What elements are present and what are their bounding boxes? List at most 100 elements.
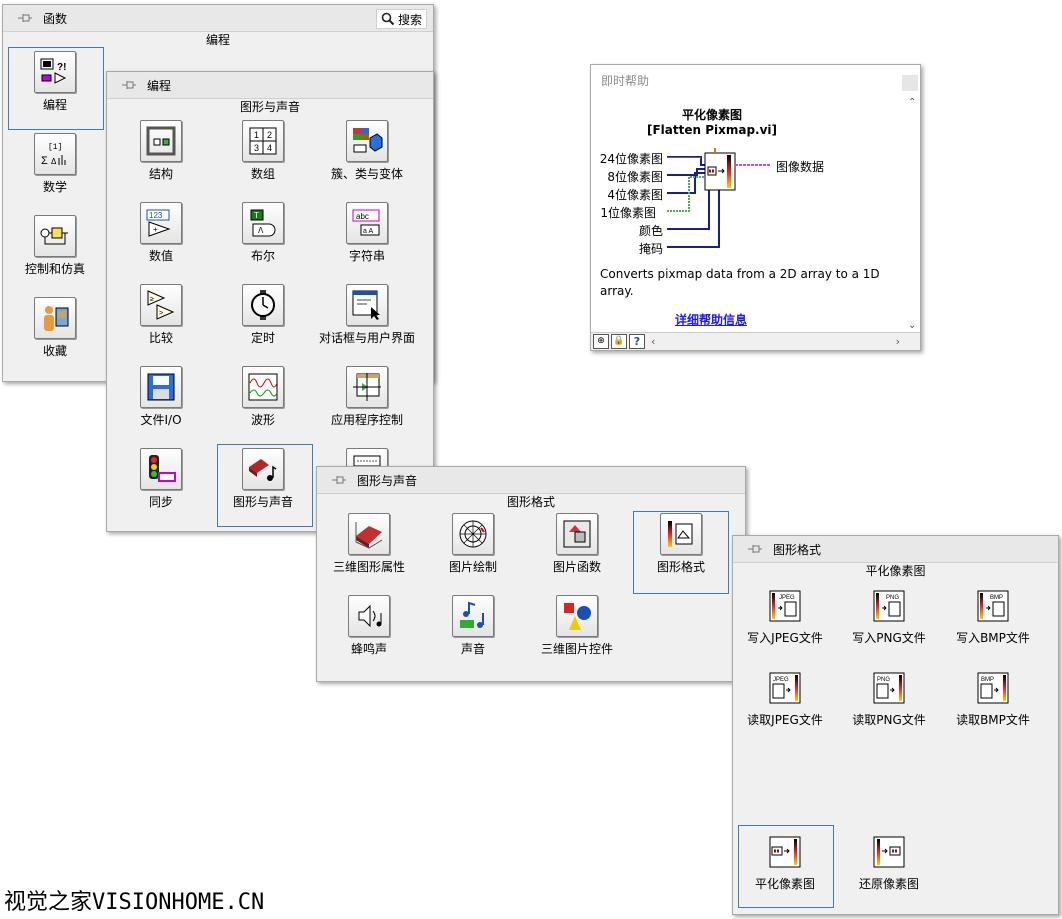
palette-item-dialog-ui[interactable]: 对话框与用户界面 xyxy=(319,284,415,346)
palette-item-read-jpeg[interactable]: JPEG 读取JPEG文件 xyxy=(737,668,833,728)
scroll-right-arrow[interactable]: › xyxy=(896,335,900,348)
palette-item-timing[interactable]: 定时 xyxy=(215,284,311,346)
palette-item-label: 文件I/O xyxy=(140,413,182,427)
palette-item-math[interactable]: [1] Σ Δ 数学 xyxy=(7,133,103,195)
functions-palette-titlebar[interactable]: 函数 xyxy=(3,5,433,32)
pin-icon[interactable] xyxy=(747,542,763,556)
graphics-sound-palette-titlebar[interactable]: 图形与声音 xyxy=(317,467,745,494)
palette-item-label: 平化像素图 xyxy=(754,877,815,891)
palette-item-numeric[interactable]: 123 + 数值 xyxy=(113,202,209,264)
palette-item-structures[interactable]: 结构 xyxy=(113,120,209,182)
palette-item-label: 图片绘制 xyxy=(448,560,497,574)
waveform-icon xyxy=(242,366,284,408)
palette-item-file-io[interactable]: 文件I/O xyxy=(113,366,209,428)
palette-item-read-png[interactable]: PNG 读取PNG文件 xyxy=(841,668,937,728)
palette-item-beep[interactable]: 蜂鸣声 xyxy=(321,595,417,657)
connector-input-label: 24位像素图 xyxy=(599,152,663,166)
graphics-sound-palette-subtitle: 图形格式 xyxy=(506,495,555,509)
dialog-ui-icon xyxy=(346,284,388,326)
svg-text:>: > xyxy=(159,310,163,317)
palette-item-flatten-pixmap[interactable]: 平化像素图 xyxy=(737,832,833,892)
palette-item-array[interactable]: 1234 数组 xyxy=(215,120,311,182)
palette-item-label: 簇、类与变体 xyxy=(330,167,403,181)
palette-item-comparison[interactable]: ≥ > 比较 xyxy=(113,284,209,346)
palette-item-graphics-sound[interactable]: 图形与声音 xyxy=(215,448,311,510)
sound-icon xyxy=(452,595,494,637)
graphics-sound-palette: 图形与声音 图形格式 三维图形属性 图片绘制 图片函数 图形格式 蜂鸣声 声音 … xyxy=(316,466,746,682)
palette-item-label: 声音 xyxy=(460,642,485,656)
palette-item-waveform[interactable]: 波形 xyxy=(215,366,311,428)
programming-palette-titlebar[interactable]: 编程 xyxy=(107,72,433,99)
context-help-titlebar[interactable]: 即时帮助 xyxy=(591,65,920,95)
control-sim-icon xyxy=(34,215,76,257)
vi-file: [Flatten Pixmap.vi] xyxy=(646,123,778,137)
palette-item-picture-plot[interactable]: 图片绘制 xyxy=(425,513,521,575)
math-icon: [1] Σ Δ xyxy=(34,133,76,175)
write-jpeg-icon: JPEG xyxy=(765,586,805,626)
palette-item-write-png[interactable]: PNG 写入PNG文件 xyxy=(841,586,937,646)
palette-item-programming[interactable]: ?! 编程 xyxy=(7,51,103,113)
palette-item-string[interactable]: abc a A 字符串 xyxy=(319,202,415,264)
palette-item-picture-functions[interactable]: 图片函数 xyxy=(529,513,625,575)
palette-item-cluster[interactable]: 簇、类与变体 xyxy=(319,120,415,182)
scroll-up-arrow[interactable]: ⌃ xyxy=(908,97,916,108)
palette-item-label: 控制和仿真 xyxy=(24,262,85,276)
app-control-icon xyxy=(346,366,388,408)
svg-text:+: + xyxy=(153,225,158,234)
graphics-formats-palette-titlebar[interactable]: 图形格式 xyxy=(733,536,1058,563)
connector-output-label: 图像数据 xyxy=(776,160,825,174)
scroll-left-arrow[interactable]: ‹ xyxy=(651,335,655,348)
beep-icon xyxy=(348,595,390,637)
palette-item-write-jpeg[interactable]: JPEG 写入JPEG文件 xyxy=(737,586,833,646)
lock-button[interactable]: 🔒 xyxy=(611,334,627,349)
read-jpeg-icon: JPEG xyxy=(765,668,805,708)
search-icon xyxy=(381,12,395,26)
palette-item-label: 三维图形属性 xyxy=(332,560,405,574)
vertical-scrollbar[interactable]: ⌃ ⌄ xyxy=(904,95,920,333)
palette-item-graphics-formats[interactable]: 图形格式 xyxy=(633,513,729,575)
svg-text:1: 1 xyxy=(254,130,259,140)
programming-palette-subtitle: 图形与声音 xyxy=(239,100,300,114)
palette-item-3d-graph-props[interactable]: 三维图形属性 xyxy=(321,513,417,575)
svg-text:PNG: PNG xyxy=(886,595,899,601)
scroll-down-arrow[interactable]: ⌄ xyxy=(908,320,916,331)
palette-item-label: 定时 xyxy=(250,331,275,345)
string-icon: abc a A xyxy=(346,202,388,244)
help-toolbar: ⊕ 🔒 ? ‹ › xyxy=(591,332,920,350)
palette-item-boolean[interactable]: TΛ 布尔 xyxy=(215,202,311,264)
close-button[interactable] xyxy=(902,75,918,91)
detailed-help-link[interactable]: 详细帮助信息 xyxy=(675,311,747,328)
show-optional-terminals-button[interactable]: ⊕ xyxy=(593,334,609,349)
palette-item-control-sim[interactable]: 控制和仿真 xyxy=(7,215,103,277)
palette-item-favorites[interactable]: 收藏 xyxy=(7,297,103,359)
flatten-pixmap-icon xyxy=(765,832,805,872)
pin-icon[interactable] xyxy=(121,78,137,92)
palette-item-label: 三维图片控件 xyxy=(540,642,613,656)
connector-input-label: 4位像素图 xyxy=(607,188,663,202)
palette-item-app-control[interactable]: 应用程序控制 xyxy=(319,366,415,428)
svg-text:JPEG: JPEG xyxy=(779,595,795,601)
palette-item-write-bmp[interactable]: BMP 写入BMP文件 xyxy=(945,586,1041,646)
palette-item-read-bmp[interactable]: BMP 读取BMP文件 xyxy=(945,668,1041,728)
svg-text:JPEG: JPEG xyxy=(773,677,789,683)
palette-item-unflatten-pixmap[interactable]: 还原像素图 xyxy=(841,832,937,892)
palette-item-sync[interactable]: 同步 xyxy=(113,448,209,510)
svg-text:Δ: Δ xyxy=(51,157,57,166)
pin-icon[interactable] xyxy=(17,11,33,25)
array-icon: 1234 xyxy=(242,120,284,162)
pin-icon[interactable] xyxy=(331,473,347,487)
svg-text:BMP: BMP xyxy=(990,595,1003,601)
help-button[interactable]: ? xyxy=(629,334,645,349)
svg-text:a A: a A xyxy=(363,228,373,235)
palette-item-3d-picture-control[interactable]: 三维图片控件 xyxy=(529,595,625,657)
structures-icon xyxy=(140,120,182,162)
connector-input-label: 颜色 xyxy=(638,224,663,238)
palette-item-sound[interactable]: 声音 xyxy=(425,595,521,657)
palette-item-label: 比较 xyxy=(148,331,173,345)
palette-item-label: 读取BMP文件 xyxy=(956,713,1030,727)
search-button[interactable]: 搜索 xyxy=(375,9,427,29)
palette-item-label: 布尔 xyxy=(250,249,275,263)
3d-picture-control-icon xyxy=(556,595,598,637)
cluster-icon xyxy=(346,120,388,162)
svg-text:123: 123 xyxy=(149,211,163,220)
